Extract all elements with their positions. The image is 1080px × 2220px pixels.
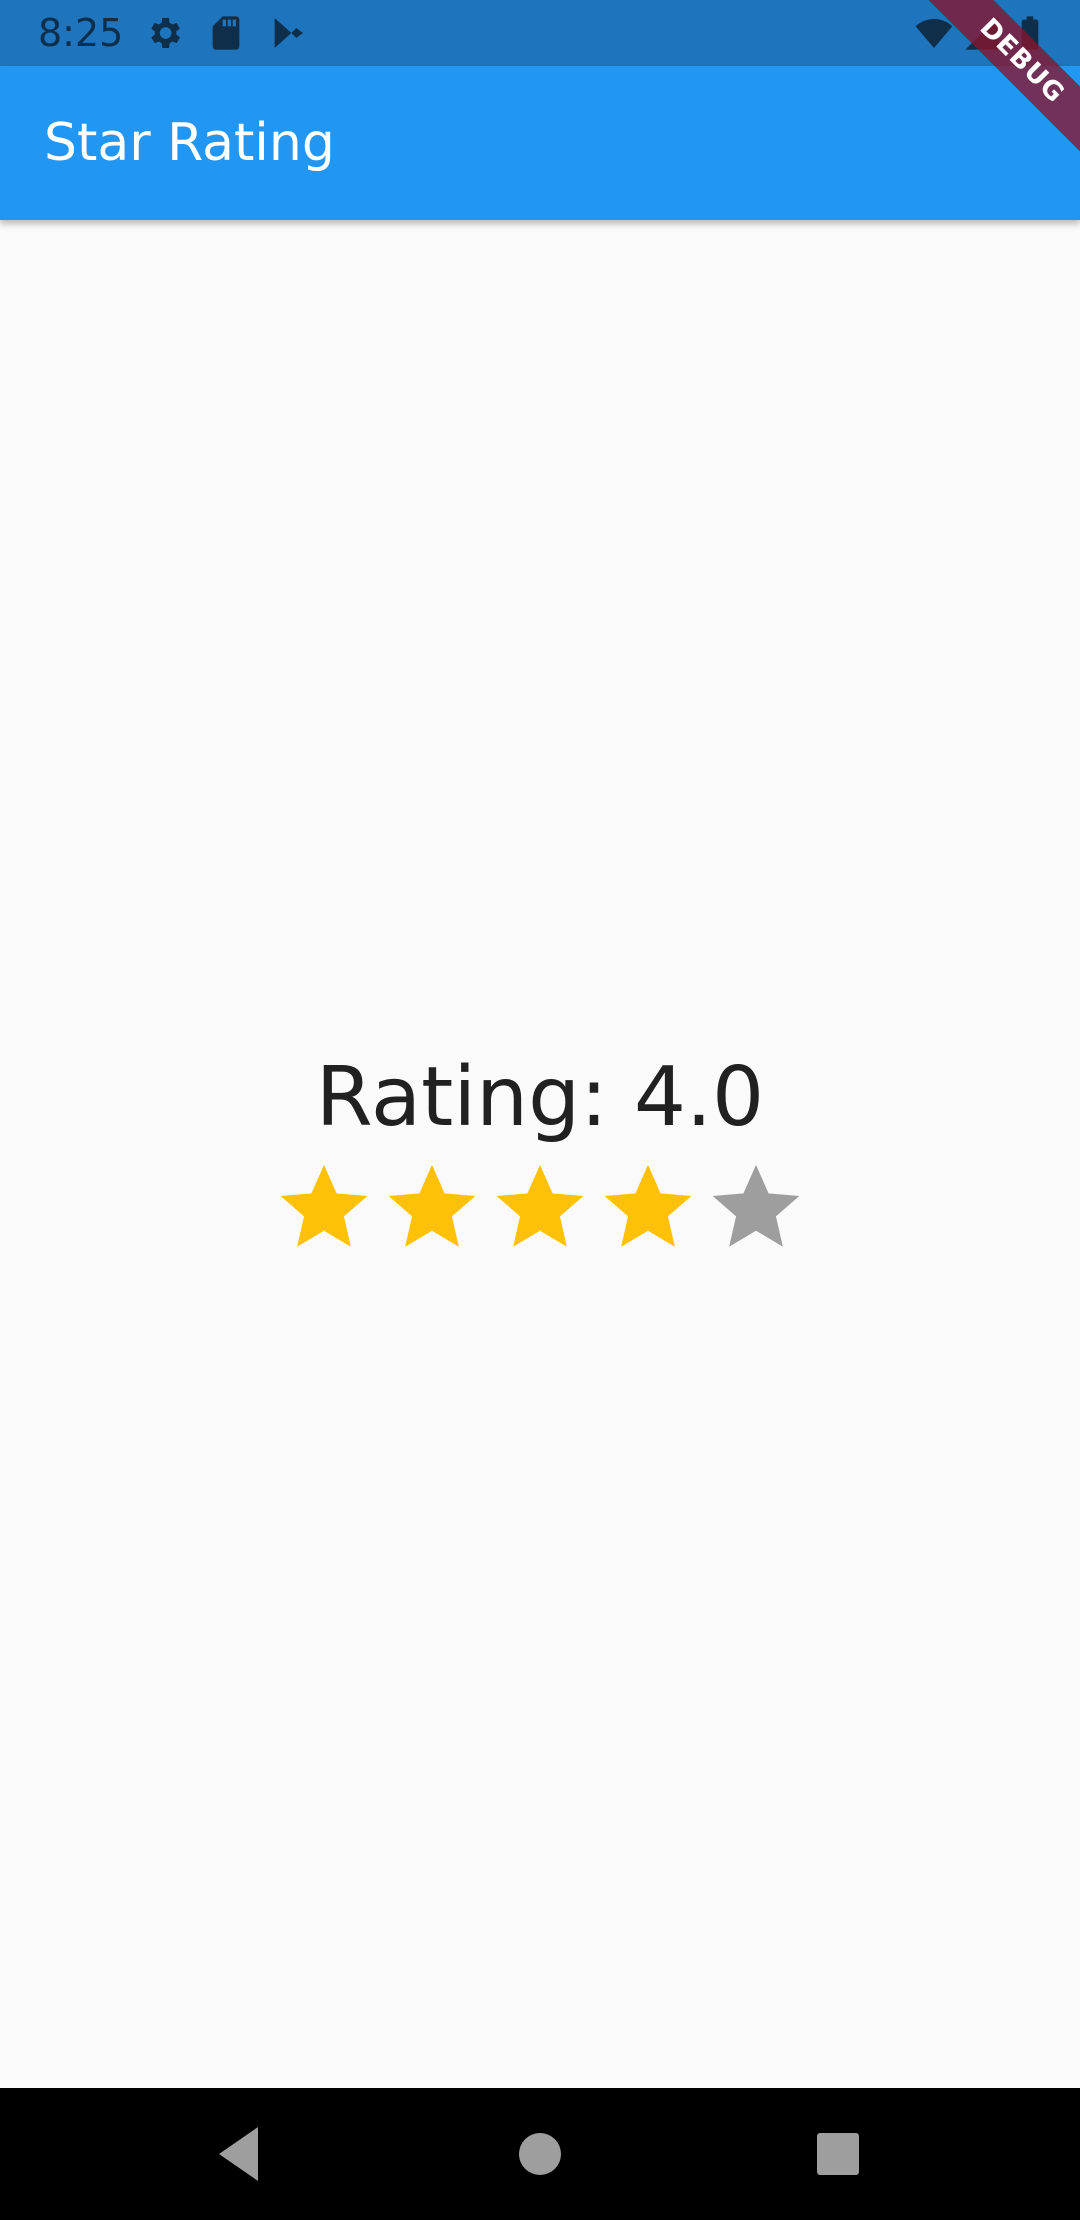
- status-time: 8:25: [38, 11, 124, 55]
- star-filled-icon[interactable]: [378, 1156, 486, 1256]
- debug-banner: DEBUG: [900, 0, 1080, 180]
- navigation-bar: [0, 2088, 1080, 2220]
- app-title: Star Rating: [44, 113, 335, 173]
- gear-icon: [144, 13, 184, 53]
- home-icon[interactable]: [504, 2118, 576, 2190]
- sd-card-icon: [206, 13, 246, 53]
- star-filled-icon[interactable]: [270, 1156, 378, 1256]
- recents-icon[interactable]: [802, 2118, 874, 2190]
- rating-label: Rating: 4.0: [315, 1050, 765, 1145]
- play-store-icon: [268, 13, 308, 53]
- star-rating[interactable]: [270, 1156, 810, 1256]
- star-empty-icon[interactable]: [702, 1156, 810, 1256]
- debug-banner-label: DEBUG: [913, 0, 1080, 170]
- main-content: Rating: 4.0: [0, 220, 1080, 2088]
- back-icon[interactable]: [204, 2118, 276, 2190]
- star-filled-icon[interactable]: [594, 1156, 702, 1256]
- star-filled-icon[interactable]: [486, 1156, 594, 1256]
